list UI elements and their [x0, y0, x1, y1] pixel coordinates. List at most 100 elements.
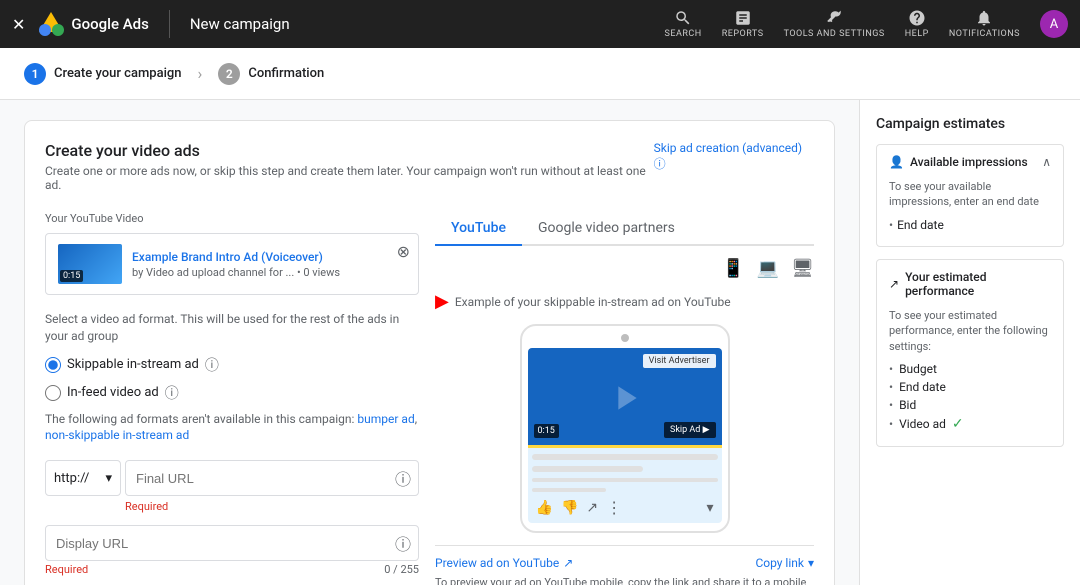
notifications-nav-item[interactable]: NOTIFICATIONS [949, 9, 1020, 39]
search-nav-item[interactable]: SEARCH [665, 9, 702, 39]
display-url-info-icon[interactable]: ⓘ [395, 531, 411, 555]
final-url-input[interactable] [125, 460, 419, 496]
logo: Google Ads [37, 10, 148, 38]
preview-tabs: YouTube Google video partners [435, 212, 814, 246]
skip-ad-button[interactable]: Skip Ad ▶ [664, 422, 715, 438]
video-ad-item: Video ad ✓ [889, 416, 1051, 432]
budget-label: Budget [899, 362, 937, 376]
copy-chevron-icon: ▾ [808, 556, 814, 570]
share-icon[interactable]: ↗ [586, 500, 598, 516]
final-url-required: Required [45, 500, 419, 513]
display-url-wrap: ⓘ [45, 525, 419, 561]
nav-right: SEARCH REPORTS TOOLS AND SETTINGS HELP N… [665, 9, 1068, 39]
reports-nav-label: REPORTS [722, 29, 764, 39]
display-url-input[interactable] [45, 525, 419, 561]
video-meta: by Video ad upload channel for ... • 0 v… [132, 266, 406, 279]
performance-section: ↗ Your estimated performance To see your… [876, 259, 1064, 447]
more-options-icon[interactable]: ⋮ [606, 498, 622, 517]
reports-nav-item[interactable]: REPORTS [722, 9, 764, 39]
display-url-footer: Required 0 / 255 [45, 563, 419, 576]
preview-yt-link-text: Preview ad on YouTube [435, 556, 559, 570]
time-badge: 0:15 [534, 424, 559, 438]
dislike-icon[interactable]: 👎 [561, 500, 578, 516]
performance-title: ↗ Your estimated performance [889, 270, 1051, 298]
expand-icon[interactable]: ▾ [706, 500, 713, 516]
budget-item: Budget [889, 362, 1051, 376]
ad-timer-bar [528, 445, 722, 448]
preview-yt-link[interactable]: Preview ad on YouTube ↗ [435, 556, 573, 570]
right-panel: Campaign estimates 👤 Available impressio… [860, 100, 1080, 585]
skip-link[interactable]: Skip ad creation (advanced) ⓘ [654, 141, 814, 172]
close-button[interactable]: ✕ [12, 15, 25, 34]
tab-google-video-partners[interactable]: Google video partners [522, 212, 691, 246]
impressions-section: 👤 Available impressions ∧ To see your av… [876, 144, 1064, 247]
step-2[interactable]: 2 Confirmation [218, 63, 324, 85]
display-url-required: Required [45, 563, 88, 576]
step-arrow: › [198, 64, 203, 83]
tools-nav-item[interactable]: TOOLS AND SETTINGS [784, 9, 885, 39]
copy-link-button[interactable]: Copy link ▾ [755, 556, 814, 570]
step-2-label: Confirmation [248, 66, 324, 81]
desktop-device-icon[interactable]: 🖥 [791, 258, 814, 279]
url-protocol-text: http:// [54, 471, 101, 486]
url-protocol-selector[interactable]: http:// ▾ [45, 460, 121, 496]
bid-item: Bid [889, 398, 1051, 412]
video-card: 0:15 Example Brand Intro Ad (Voiceover) … [45, 233, 419, 295]
person-icon: 👤 [889, 155, 904, 169]
url-info-icon[interactable]: ⓘ [395, 466, 411, 490]
help-nav-label: HELP [905, 29, 929, 39]
preview-description: ▶ Example of your skippable in-stream ad… [435, 291, 814, 312]
preview-column: YouTube Google video partners 📱 💻 🖥 ▶ [435, 212, 814, 585]
final-url-wrap: ⓘ [125, 460, 419, 496]
step-1-number: 1 [24, 63, 46, 85]
campaign-name: New campaign [190, 15, 290, 33]
skippable-info-icon[interactable]: ⓘ [205, 355, 219, 375]
bumper-ad-link[interactable]: bumper ad [357, 412, 414, 426]
like-icon[interactable]: 👍 [536, 500, 553, 516]
phone-screen: Visit Advertiser Skip Ad ▶ 0:15 [528, 348, 722, 523]
phone-bar-2 [532, 466, 644, 472]
external-link-icon: ↗ [563, 556, 573, 570]
help-nav-item[interactable]: HELP [905, 9, 929, 39]
format-label: Select a video ad format. This will be u… [45, 311, 419, 345]
tools-nav-label: TOOLS AND SETTINGS [784, 29, 885, 39]
preview-desc-text: Example of your skippable in-stream ad o… [455, 295, 731, 309]
steps-bar: 1 Create your campaign › 2 Confirmation [0, 48, 1080, 100]
impressions-section-title: 👤 Available impressions [889, 155, 1028, 169]
nav-divider [169, 10, 170, 38]
skippable-radio[interactable] [45, 357, 61, 373]
ad-screen-top: Visit Advertiser Skip Ad ▶ 0:15 [528, 348, 722, 448]
step-1[interactable]: 1 Create your campaign [24, 63, 182, 85]
skippable-label: Skippable in-stream ad [67, 357, 199, 372]
phone-action-bar: 👍 👎 ↗ ⋮ ▾ [532, 498, 718, 517]
phone-bar-3 [532, 478, 718, 482]
nonskippable-link[interactable]: non-skippable in-stream ad [45, 428, 189, 442]
video-info: Example Brand Intro Ad (Voiceover) by Vi… [132, 250, 406, 279]
content-columns: Your YouTube Video 0:15 Example Brand In… [45, 212, 814, 585]
performance-list: Budget End date Bid Video ad ✓ [889, 362, 1051, 432]
infeed-info-icon[interactable]: ⓘ [165, 383, 179, 403]
trend-icon: ↗ [889, 277, 899, 291]
remove-video-button[interactable]: ⊗ [397, 242, 410, 261]
form-column: Your YouTube Video 0:15 Example Brand In… [45, 212, 435, 585]
phone-bar-1 [532, 454, 718, 460]
impressions-section-header[interactable]: 👤 Available impressions ∧ [877, 145, 1063, 179]
phone-controls: 👍 👎 ↗ ⋮ ▾ [528, 448, 722, 523]
tablet-device-icon[interactable]: 💻 [757, 258, 779, 279]
impressions-list: End date [889, 218, 1051, 232]
url-protocol-chevron: ▾ [105, 471, 112, 486]
mobile-device-icon[interactable]: 📱 [722, 258, 744, 279]
section-header: Create your video ads Create one or more… [45, 141, 814, 208]
left-panel: Create your video ads Create one or more… [0, 100, 860, 585]
infeed-label: In-feed video ad [67, 385, 159, 400]
user-avatar[interactable]: A [1040, 10, 1068, 38]
skippable-radio-row: Skippable in-stream ad ⓘ [45, 355, 419, 375]
preview-footer-desc: To preview your ad on YouTube mobile, co… [435, 576, 814, 585]
search-nav-label: SEARCH [665, 29, 702, 39]
impressions-section-content: To see your available impressions, enter… [877, 179, 1063, 246]
main-layout: Create your video ads Create one or more… [0, 100, 1080, 585]
video-duration: 0:15 [60, 270, 83, 282]
tab-youtube[interactable]: YouTube [435, 212, 522, 246]
infeed-radio[interactable] [45, 385, 61, 401]
bid-label: Bid [899, 398, 916, 412]
